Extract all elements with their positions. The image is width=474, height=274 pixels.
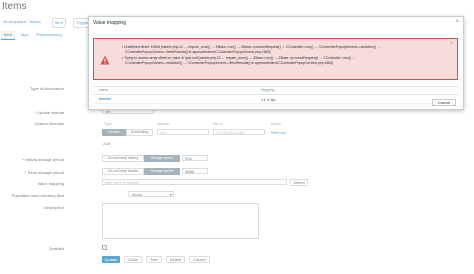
error-line: • Undefined offset: 10564 [zabbix.php:22… [122, 45, 381, 49]
error-line: CControllerPopupGeneric->doAction() → CC… [125, 61, 334, 65]
error-line: • Trying to access array offset on value… [122, 56, 356, 60]
error-close-icon[interactable]: × [450, 41, 453, 47]
warning-icon [100, 55, 110, 65]
value-mapping-dialog: Value mapping × × • Undefined offset: 10… [88, 16, 464, 110]
column-mapping: Mapping [261, 88, 275, 92]
close-icon[interactable]: × [455, 19, 459, 25]
mapping-table-header: Name Mapping [93, 86, 458, 95]
dialog-title: Value mapping [93, 20, 126, 26]
mapping-name-link[interactable]: testzbx [99, 97, 111, 101]
mapping-value: <1 ⇒ Up [261, 98, 276, 102]
error-message-box: × • Undefined offset: 10564 [zabbix.php:… [93, 38, 458, 80]
error-line: CControllerPopupGeneric->fetchResults() … [125, 50, 271, 54]
dialog-cancel-button[interactable]: Cancel [432, 99, 456, 106]
column-name: Name [99, 88, 109, 92]
table-row[interactable]: testzbx <1 ⇒ Up [93, 96, 458, 104]
